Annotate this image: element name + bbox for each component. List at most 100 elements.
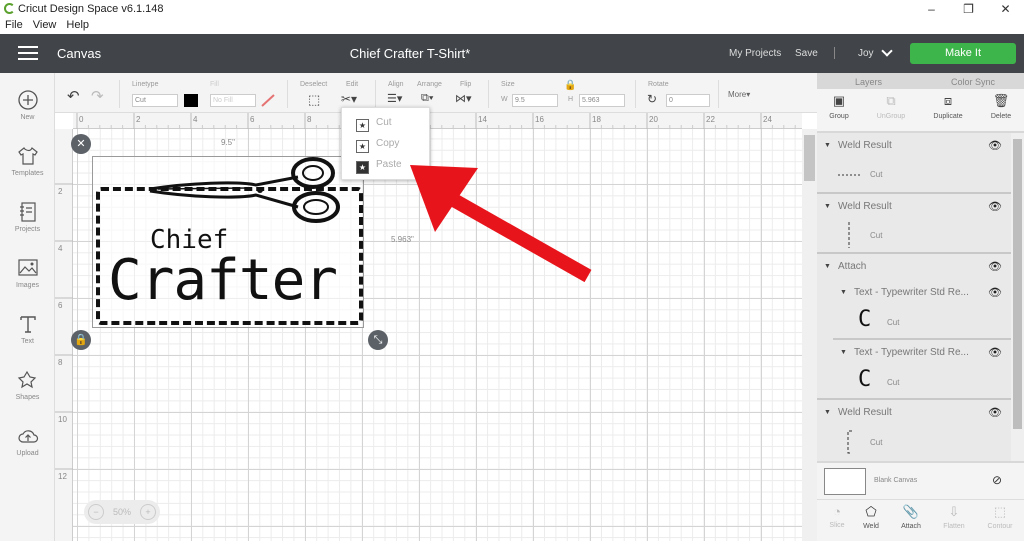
height-label: H (568, 96, 574, 103)
deselect-icon[interactable]: ⬚ (308, 92, 320, 108)
caret-down-icon[interactable]: ▼ (824, 142, 831, 149)
layer-sub-item[interactable]: Cut (817, 220, 1011, 252)
menu-item-cut[interactable]: ★ Cut (356, 115, 392, 132)
window-titlebar: Cricut Design Space v6.1.148 – ❐ ✕ (0, 0, 1024, 19)
tshirt-icon (17, 147, 38, 165)
scroll-thumb[interactable] (804, 135, 815, 181)
close-window-button[interactable]: ✕ (987, 0, 1024, 19)
my-projects-link[interactable]: My Projects (729, 48, 781, 59)
redo-icon[interactable]: ↷ (91, 87, 104, 105)
user-menu[interactable]: Joy (858, 48, 874, 59)
width-input[interactable]: 9.5 (512, 94, 558, 107)
layer-item[interactable]: ▼ Attach 👁 (817, 254, 1011, 280)
edit-scissors-icon[interactable]: ✂▾ (341, 92, 357, 106)
delete-handle-icon[interactable]: ✕ (71, 134, 91, 154)
caret-down-icon[interactable]: ▼ (840, 349, 847, 356)
canvas-scrollbar[interactable] (802, 129, 817, 541)
zoom-in-button[interactable]: + (140, 504, 156, 520)
rotate-input[interactable]: 0 (666, 94, 710, 107)
flatten-button[interactable]: ⇩ Flatten (934, 504, 974, 530)
eye-icon[interactable]: 👁 (988, 200, 1002, 213)
menu-bar: File View Help (0, 19, 1024, 34)
eye-icon[interactable]: 👁 (988, 286, 1002, 299)
flip-icon[interactable]: ⋈▾ (455, 92, 472, 105)
ruler-tick-label: 6 (58, 301, 63, 310)
group-button[interactable]: ▣ Group (817, 93, 861, 120)
layer-sub-item[interactable]: C Cut (817, 366, 1011, 400)
lock-icon[interactable]: 🔒 (564, 80, 576, 91)
ruler-tick-label: 22 (706, 115, 715, 124)
upload-button[interactable]: Upload (0, 425, 55, 457)
layer-name: Weld Result (838, 201, 892, 212)
layer-item[interactable]: ▼ Weld Result 👁 (817, 194, 1011, 220)
ruler-ticks: 024681012141618202224 (76, 113, 808, 129)
layers-scrollbar[interactable] (1011, 133, 1024, 461)
layer-item[interactable]: ▼ Weld Result 👁 (817, 400, 1011, 426)
ungroup-button[interactable]: ⧉ UnGroup (869, 93, 913, 120)
more-menu[interactable]: More▾ (728, 90, 750, 99)
scroll-thumb[interactable] (1013, 139, 1022, 429)
layer-item[interactable]: ▼ Text - Typewriter Std Re... 👁 (817, 340, 1011, 366)
tab-layers[interactable]: Layers (855, 77, 882, 87)
contour-button[interactable]: ⬚ Contour (980, 504, 1020, 530)
eye-hidden-icon[interactable]: ⊘ (992, 473, 1002, 487)
layer-sub-item[interactable]: Cut (817, 426, 1011, 461)
maximize-button[interactable]: ❐ (950, 0, 987, 19)
make-it-button[interactable]: Make It (910, 43, 1016, 64)
tab-color-sync[interactable]: Color Sync (951, 77, 995, 87)
attach-button[interactable]: 📎 Attach (891, 504, 931, 530)
eye-icon[interactable]: 👁 (988, 406, 1002, 419)
blank-canvas-layer[interactable]: Blank Canvas ⊘ (817, 463, 1024, 499)
zoom-out-button[interactable]: − (88, 504, 104, 520)
shapes-button[interactable]: Shapes (0, 369, 55, 401)
projects-button[interactable]: Projects (0, 201, 55, 233)
resize-handle-icon[interactable]: ⤡ (368, 330, 388, 350)
layer-item[interactable]: ▼ Weld Result 👁 (817, 133, 1011, 159)
ruler-tick-label: 16 (535, 115, 544, 124)
linetype-select[interactable]: Cut (132, 94, 178, 107)
align-icon[interactable]: ☰▾ (387, 92, 402, 105)
eye-icon[interactable]: 👁 (988, 346, 1002, 359)
linetype-color-swatch[interactable] (184, 94, 198, 107)
templates-button[interactable]: Templates (0, 145, 55, 177)
group-icon: ▣ (832, 93, 846, 108)
layer-sub-item[interactable]: Cut (817, 159, 1011, 192)
eye-icon[interactable]: 👁 (988, 139, 1002, 152)
layer-sub-item[interactable]: C Cut (817, 306, 1011, 340)
undo-icon[interactable]: ↶ (67, 87, 80, 105)
menu-view[interactable]: View (33, 19, 57, 31)
save-link[interactable]: Save (795, 48, 818, 59)
eye-icon[interactable]: 👁 (988, 260, 1002, 273)
menu-item-paste[interactable]: ★ Paste (356, 157, 402, 174)
caret-down-icon[interactable]: ▼ (824, 263, 831, 270)
duplicate-button[interactable]: ⧈ Duplicate (926, 93, 970, 120)
height-input[interactable]: 5.963 (579, 94, 625, 107)
arrange-icon[interactable]: ⧉▾ (421, 92, 433, 105)
width-dimension: 9.5" (221, 138, 235, 147)
toolbar-divider (119, 80, 120, 108)
menu-file[interactable]: File (5, 19, 23, 31)
new-label: New (20, 114, 35, 121)
caret-down-icon[interactable]: ▼ (840, 289, 847, 296)
panel-tabs: Layers Color Sync (817, 73, 1024, 89)
caret-down-icon[interactable]: ▼ (824, 409, 831, 416)
fill-select[interactable]: No Fill (210, 94, 256, 107)
chevron-down-icon[interactable] (881, 45, 893, 57)
minimize-button[interactable]: – (913, 0, 950, 19)
layer-item[interactable]: ▼ Text - Typewriter Std Re... 👁 (817, 280, 1011, 306)
ruler-tick-label: 24 (763, 115, 772, 124)
ruler-tick-label: 8 (58, 358, 63, 367)
new-button[interactable]: New (0, 89, 55, 121)
menu-item-copy[interactable]: ★ Copy (356, 136, 399, 153)
delete-button[interactable]: 🗑 Delete (979, 93, 1023, 120)
no-fill-icon (261, 94, 275, 107)
menu-help[interactable]: Help (66, 19, 89, 31)
canvas-color-swatch[interactable] (824, 468, 866, 495)
lock-handle-icon[interactable]: 🔒 (71, 330, 91, 350)
images-button[interactable]: Images (0, 257, 55, 289)
width-label: W (501, 96, 508, 103)
text-button[interactable]: Text (0, 313, 55, 345)
weld-button[interactable]: ⬠ Weld (851, 504, 891, 530)
caret-down-icon[interactable]: ▼ (824, 203, 831, 210)
align-label: Align (388, 81, 404, 88)
